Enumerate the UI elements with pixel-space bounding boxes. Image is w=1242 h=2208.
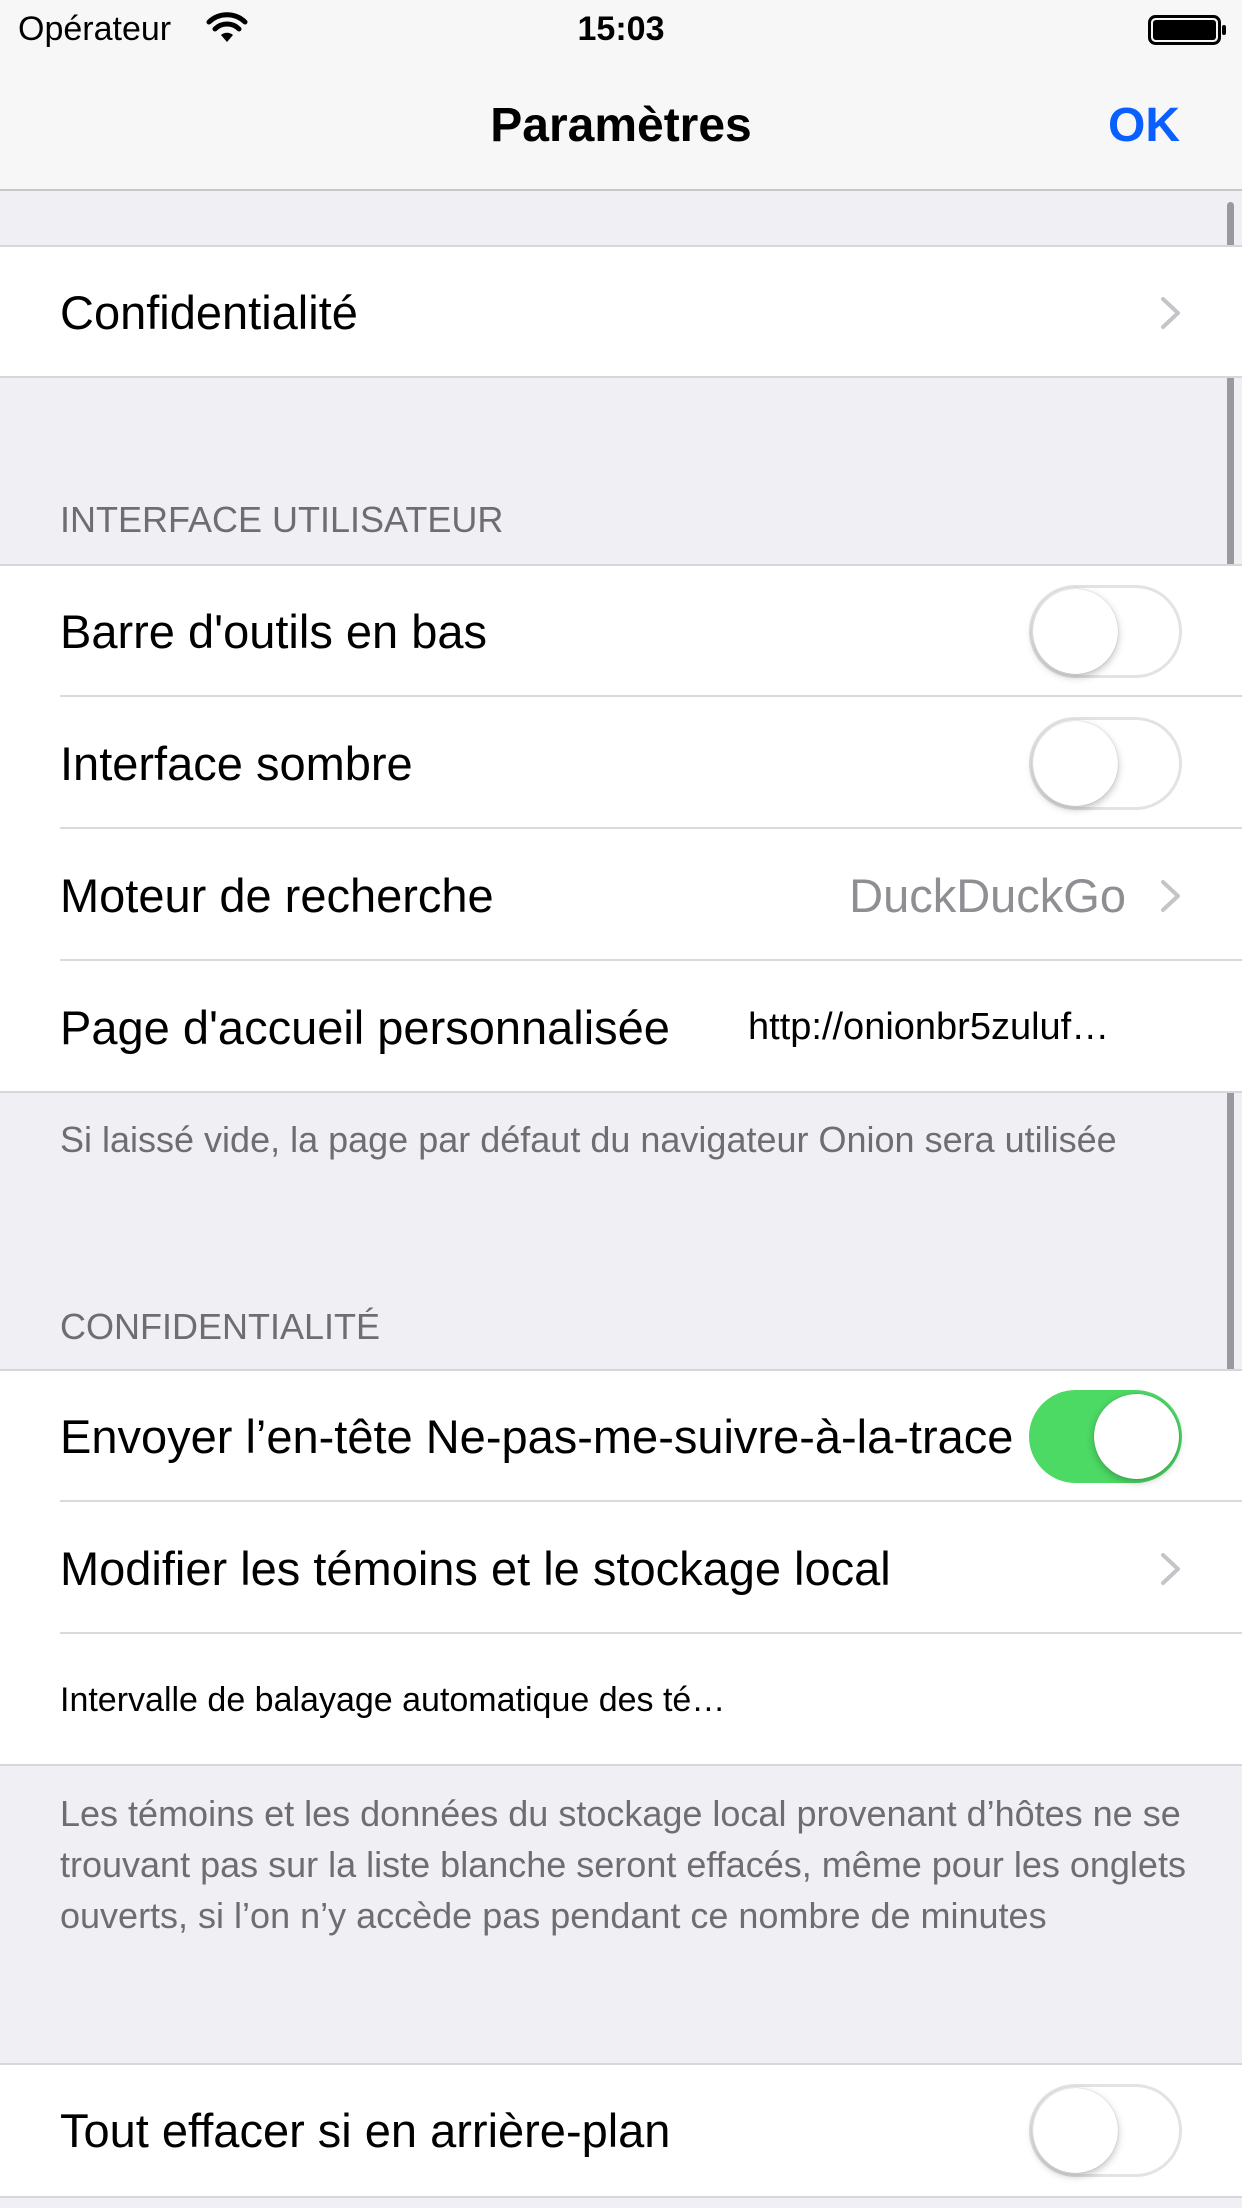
privacy-link-section: Confidentialité xyxy=(0,245,1242,378)
battery-icon xyxy=(1148,15,1226,45)
homepage-label: Page d'accueil personnalisée xyxy=(60,1001,670,1054)
clear-section: Tout effacer si en arrière-plan xyxy=(0,2063,1242,2198)
dark-interface-label: Interface sombre xyxy=(60,737,413,790)
chevron-right-icon xyxy=(1161,880,1180,912)
navigation-bar: Paramètres OK xyxy=(0,60,1242,191)
sweep-interval-label: Intervalle de balayage automatique des t… xyxy=(60,1681,726,1719)
ui-section-header: INTERFACE UTILISATEUR xyxy=(60,499,504,540)
privacy-section: Envoyer l’en-tête Ne-pas-me-suivre-à-la-… xyxy=(0,1369,1242,1766)
dark-interface-row: Interface sombre xyxy=(0,698,1242,829)
status-bar: Opérateur 15:03 xyxy=(0,0,1242,60)
chevron-right-icon xyxy=(1161,1553,1180,1585)
search-engine-label: Moteur de recherche xyxy=(60,869,494,922)
dnt-label: Envoyer l’en-tête Ne-pas-me-suivre-à-la-… xyxy=(60,1410,1014,1463)
toggle-knob xyxy=(1033,589,1118,674)
toggle-knob xyxy=(1033,721,1118,806)
toggle-knob xyxy=(1094,1394,1179,1479)
divider xyxy=(60,1632,1242,1634)
privacy-section-footer: Les témoins et les données du stockage l… xyxy=(60,1793,1186,1936)
cookies-row[interactable]: Modifier les témoins et le stockage loca… xyxy=(0,1503,1242,1634)
sweep-interval-row[interactable]: Intervalle de balayage automatique des t… xyxy=(0,1635,1242,1766)
toggle-knob xyxy=(1033,2088,1118,2173)
clear-background-label: Tout effacer si en arrière-plan xyxy=(60,2104,671,2157)
privacy-section-header: CONFIDENTIALITÉ xyxy=(60,1306,381,1347)
homepage-url-field[interactable]: http://onionbr5zuluf… xyxy=(748,962,1109,1093)
bottom-toolbar-toggle[interactable] xyxy=(1029,585,1182,678)
bottom-toolbar-label: Barre d'outils en bas xyxy=(60,605,487,658)
clear-background-row: Tout effacer si en arrière-plan xyxy=(0,2065,1242,2196)
cookies-label: Modifier les témoins et le stockage loca… xyxy=(60,1542,891,1595)
chevron-right-icon xyxy=(1161,297,1180,329)
ok-button[interactable]: OK xyxy=(1108,98,1180,153)
divider xyxy=(60,959,1242,961)
ui-section: Barre d'outils en bas Interface sombre M… xyxy=(0,564,1242,1093)
bottom-toolbar-row: Barre d'outils en bas xyxy=(0,566,1242,697)
ui-section-footer: Si laissé vide, la page par défaut du na… xyxy=(60,1119,1117,1160)
divider xyxy=(60,1500,1242,1502)
divider xyxy=(60,695,1242,697)
page-title: Paramètres xyxy=(490,99,752,152)
status-time: 15:03 xyxy=(577,10,665,48)
dark-interface-toggle[interactable] xyxy=(1029,717,1182,810)
divider xyxy=(60,827,1242,829)
homepage-row: Page d'accueil personnalisée http://onio… xyxy=(0,962,1242,1093)
search-engine-value: DuckDuckGo xyxy=(849,869,1126,922)
privacy-settings-row[interactable]: Confidentialité xyxy=(0,247,1242,378)
dnt-row: Envoyer l’en-tête Ne-pas-me-suivre-à-la-… xyxy=(0,1371,1242,1502)
search-engine-row[interactable]: Moteur de recherche DuckDuckGo xyxy=(0,830,1242,961)
privacy-settings-label: Confidentialité xyxy=(60,286,358,339)
dnt-toggle[interactable] xyxy=(1029,1390,1182,1483)
clear-background-toggle[interactable] xyxy=(1029,2084,1182,2177)
